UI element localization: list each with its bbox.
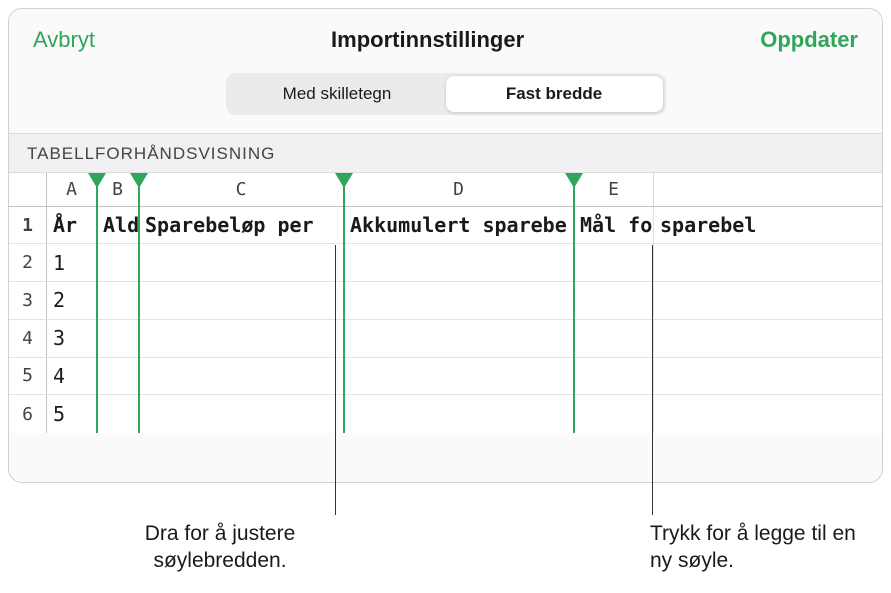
cell[interactable]: [654, 244, 784, 281]
callout-drag-text: Dra for å justere søylebredden.: [100, 520, 340, 575]
header-bar: Avbryt Importinnstillinger Oppdater: [9, 9, 882, 73]
cell[interactable]: [574, 395, 654, 433]
callout-tap-text: Trykk for å legge til en ny søyle.: [650, 520, 860, 575]
cell[interactable]: Sparebeløp per: [139, 207, 344, 244]
segment-delimited[interactable]: Med skilletegn: [229, 76, 446, 112]
cell[interactable]: [654, 282, 784, 319]
callout-leader-line: [652, 245, 653, 515]
cell[interactable]: [139, 244, 344, 281]
segment-fixed-width[interactable]: Fast bredde: [446, 76, 663, 112]
column-divider-handle[interactable]: [130, 173, 148, 188]
table-row: 1 År Ald Sparebeløp per Akkumulert spare…: [9, 207, 882, 245]
cell[interactable]: [97, 358, 139, 395]
cell[interactable]: [97, 320, 139, 357]
update-button[interactable]: Oppdater: [760, 27, 858, 53]
cell[interactable]: sparebel: [654, 207, 784, 244]
table-preview-section-header: TABELLFORHÅNDSVISNING: [9, 133, 882, 173]
cell[interactable]: [139, 320, 344, 357]
cell[interactable]: År: [47, 207, 97, 244]
cell[interactable]: [139, 282, 344, 319]
table-row: 5 4: [9, 358, 882, 396]
page-title: Importinnstillinger: [331, 27, 524, 53]
column-letter: D: [453, 179, 464, 200]
column-letter: A: [66, 179, 77, 200]
column-divider-handle[interactable]: [565, 173, 583, 188]
cell[interactable]: [97, 282, 139, 319]
cell[interactable]: 1: [47, 244, 97, 281]
column-header-trailing[interactable]: [654, 173, 784, 206]
cell[interactable]: [574, 320, 654, 357]
row-number[interactable]: 4: [9, 320, 47, 357]
column-letter: B: [112, 179, 123, 200]
cell[interactable]: [139, 395, 344, 433]
cell[interactable]: [574, 282, 654, 319]
cell[interactable]: 2: [47, 282, 97, 319]
row-number[interactable]: 6: [9, 395, 47, 433]
cell[interactable]: Ald: [97, 207, 139, 244]
mode-segmented-control: Med skilletegn Fast bredde: [226, 73, 666, 115]
row-number[interactable]: 1: [9, 207, 47, 244]
cell[interactable]: 5: [47, 395, 97, 433]
cell[interactable]: 4: [47, 358, 97, 395]
cell[interactable]: [344, 282, 574, 319]
cancel-button[interactable]: Avbryt: [33, 27, 95, 53]
column-header-c[interactable]: C: [139, 173, 344, 206]
column-divider-handle[interactable]: [88, 173, 106, 188]
segmented-control-wrap: Med skilletegn Fast bredde: [9, 73, 882, 133]
cell[interactable]: [654, 320, 784, 357]
table-row: 2 1: [9, 244, 882, 282]
column-divider-handle[interactable]: [335, 173, 353, 188]
cell[interactable]: [139, 358, 344, 395]
table-row: 4 3: [9, 320, 882, 358]
cell[interactable]: Mål for: [574, 207, 654, 244]
cell[interactable]: [654, 395, 784, 433]
column-header-d[interactable]: D: [344, 173, 574, 206]
cell[interactable]: [344, 395, 574, 433]
cell[interactable]: Akkumulert sparebe: [344, 207, 574, 244]
callout-leader-line: [335, 245, 336, 515]
column-letter: E: [608, 179, 619, 200]
row-number[interactable]: 2: [9, 244, 47, 281]
column-letter: C: [236, 179, 247, 200]
column-header-e[interactable]: E: [574, 173, 654, 206]
import-settings-window: Avbryt Importinnstillinger Oppdater Med …: [8, 8, 883, 483]
row-number[interactable]: 3: [9, 282, 47, 319]
column-header-row: A B C D E: [9, 173, 882, 207]
cell[interactable]: [97, 395, 139, 433]
row-number[interactable]: 5: [9, 358, 47, 395]
table-row: 3 2: [9, 282, 882, 320]
cell[interactable]: 3: [47, 320, 97, 357]
cell[interactable]: [574, 358, 654, 395]
cell[interactable]: [654, 358, 784, 395]
table-row: 6 5: [9, 395, 882, 433]
cell[interactable]: [344, 244, 574, 281]
cell[interactable]: [574, 244, 654, 281]
rownum-gutter: [9, 173, 47, 206]
cell[interactable]: [344, 320, 574, 357]
cell[interactable]: [97, 244, 139, 281]
cell[interactable]: [344, 358, 574, 395]
table-preview: A B C D E 1 År Ald Spare: [9, 173, 882, 433]
